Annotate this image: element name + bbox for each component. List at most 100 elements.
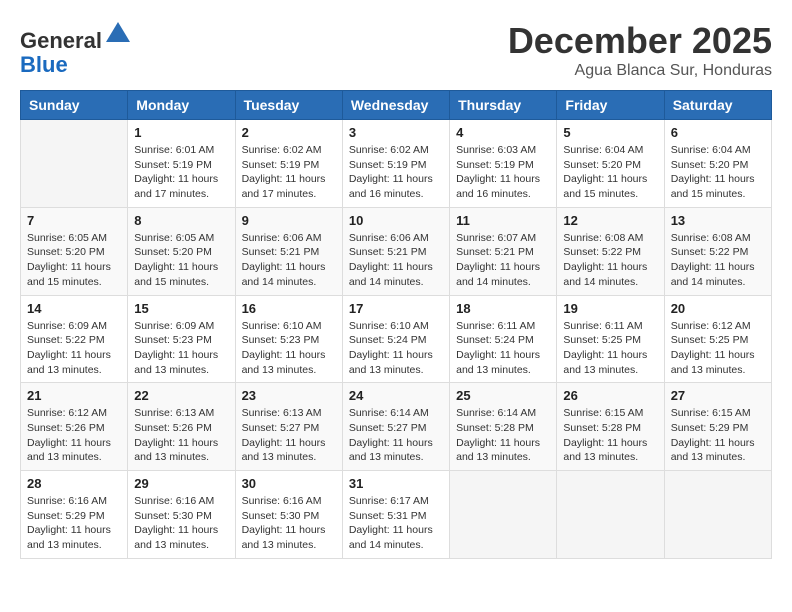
day-info: Sunrise: 6:04 AMSunset: 5:20 PMDaylight:… [671, 143, 765, 202]
day-info: Sunrise: 6:11 AMSunset: 5:24 PMDaylight:… [456, 319, 550, 378]
day-cell: 23 Sunrise: 6:13 AMSunset: 5:27 PMDayligh… [235, 383, 342, 471]
day-info: Sunrise: 6:02 AMSunset: 5:19 PMDaylight:… [349, 143, 443, 202]
day-info: Sunrise: 6:06 AMSunset: 5:21 PMDaylight:… [349, 231, 443, 290]
day-cell: 5 Sunrise: 6:04 AMSunset: 5:20 PMDaylight… [557, 120, 664, 208]
logo: General Blue [20, 20, 132, 77]
day-cell: 16 Sunrise: 6:10 AMSunset: 5:23 PMDayligh… [235, 295, 342, 383]
day-info: Sunrise: 6:01 AMSunset: 5:19 PMDaylight:… [134, 143, 228, 202]
day-number: 23 [242, 388, 336, 403]
week-row-1: 1 Sunrise: 6:01 AMSunset: 5:19 PMDaylight… [21, 120, 772, 208]
col-header-sunday: Sunday [21, 91, 128, 120]
day-info: Sunrise: 6:15 AMSunset: 5:29 PMDaylight:… [671, 406, 765, 465]
day-cell: 24Sunrise: 6:14 AMSunset: 5:27 PMDayligh… [342, 383, 449, 471]
day-cell: 25 Sunrise: 6:14 AMSunset: 5:28 PMDayligh… [450, 383, 557, 471]
col-header-saturday: Saturday [664, 91, 771, 120]
week-row-3: 14 Sunrise: 6:09 AMSunset: 5:22 PMDayligh… [21, 295, 772, 383]
day-number: 28 [27, 476, 121, 491]
page-header: General Blue December 2025 Agua Blanca S… [20, 20, 772, 80]
col-header-wednesday: Wednesday [342, 91, 449, 120]
day-number: 19 [563, 301, 657, 316]
day-number: 16 [242, 301, 336, 316]
day-info: Sunrise: 6:16 AMSunset: 5:30 PMDaylight:… [242, 494, 336, 553]
day-info: Sunrise: 6:14 AMSunset: 5:28 PMDaylight:… [456, 406, 550, 465]
day-cell: 4 Sunrise: 6:03 AMSunset: 5:19 PMDaylight… [450, 120, 557, 208]
day-cell: 27 Sunrise: 6:15 AMSunset: 5:29 PMDayligh… [664, 383, 771, 471]
day-cell: 2 Sunrise: 6:02 AMSunset: 5:19 PMDaylight… [235, 120, 342, 208]
day-number: 4 [456, 125, 550, 140]
day-cell: 20 Sunrise: 6:12 AMSunset: 5:25 PMDayligh… [664, 295, 771, 383]
day-info: Sunrise: 6:03 AMSunset: 5:19 PMDaylight:… [456, 143, 550, 202]
col-header-friday: Friday [557, 91, 664, 120]
day-number: 30 [242, 476, 336, 491]
day-number: 27 [671, 388, 765, 403]
day-cell: 22 Sunrise: 6:13 AMSunset: 5:26 PMDayligh… [128, 383, 235, 471]
day-number: 3 [349, 125, 443, 140]
day-info: Sunrise: 6:14 AMSunset: 5:27 PMDaylight:… [349, 406, 443, 465]
day-info: Sunrise: 6:10 AMSunset: 5:24 PMDaylight:… [349, 319, 443, 378]
day-info: Sunrise: 6:09 AMSunset: 5:23 PMDaylight:… [134, 319, 228, 378]
day-cell [664, 471, 771, 559]
day-number: 12 [563, 213, 657, 228]
day-cell [557, 471, 664, 559]
day-cell: 7 Sunrise: 6:05 AMSunset: 5:20 PMDaylight… [21, 207, 128, 295]
day-cell: 8Sunrise: 6:05 AMSunset: 5:20 PMDaylight… [128, 207, 235, 295]
day-number: 7 [27, 213, 121, 228]
day-info: Sunrise: 6:16 AMSunset: 5:30 PMDaylight:… [134, 494, 228, 553]
day-number: 20 [671, 301, 765, 316]
day-cell: 13Sunrise: 6:08 AMSunset: 5:22 PMDayligh… [664, 207, 771, 295]
day-info: Sunrise: 6:04 AMSunset: 5:20 PMDaylight:… [563, 143, 657, 202]
day-cell: 10 Sunrise: 6:06 AMSunset: 5:21 PMDayligh… [342, 207, 449, 295]
week-row-5: 28 Sunrise: 6:16 AMSunset: 5:29 PMDayligh… [21, 471, 772, 559]
day-info: Sunrise: 6:15 AMSunset: 5:28 PMDaylight:… [563, 406, 657, 465]
day-info: Sunrise: 6:12 AMSunset: 5:25 PMDaylight:… [671, 319, 765, 378]
day-cell: 18 Sunrise: 6:11 AMSunset: 5:24 PMDayligh… [450, 295, 557, 383]
day-number: 25 [456, 388, 550, 403]
day-info: Sunrise: 6:17 AMSunset: 5:31 PMDaylight:… [349, 494, 443, 553]
day-number: 6 [671, 125, 765, 140]
day-info: Sunrise: 6:05 AMSunset: 5:20 PMDaylight:… [27, 231, 121, 290]
day-cell: 31Sunrise: 6:17 AMSunset: 5:31 PMDayligh… [342, 471, 449, 559]
day-cell: 6 Sunrise: 6:04 AMSunset: 5:20 PMDaylight… [664, 120, 771, 208]
day-cell: 14 Sunrise: 6:09 AMSunset: 5:22 PMDayligh… [21, 295, 128, 383]
day-info: Sunrise: 6:13 AMSunset: 5:27 PMDaylight:… [242, 406, 336, 465]
logo-blue-text: Blue [20, 52, 68, 77]
day-info: Sunrise: 6:11 AMSunset: 5:25 PMDaylight:… [563, 319, 657, 378]
col-header-thursday: Thursday [450, 91, 557, 120]
day-number: 5 [563, 125, 657, 140]
day-number: 1 [134, 125, 228, 140]
day-cell [21, 120, 128, 208]
day-cell: 9Sunrise: 6:06 AMSunset: 5:21 PMDaylight… [235, 207, 342, 295]
day-cell: 30 Sunrise: 6:16 AMSunset: 5:30 PMDayligh… [235, 471, 342, 559]
day-number: 15 [134, 301, 228, 316]
day-info: Sunrise: 6:13 AMSunset: 5:26 PMDaylight:… [134, 406, 228, 465]
day-info: Sunrise: 6:16 AMSunset: 5:29 PMDaylight:… [27, 494, 121, 553]
day-number: 18 [456, 301, 550, 316]
day-number: 8 [134, 213, 228, 228]
day-number: 2 [242, 125, 336, 140]
day-number: 10 [349, 213, 443, 228]
week-row-2: 7 Sunrise: 6:05 AMSunset: 5:20 PMDaylight… [21, 207, 772, 295]
day-cell: 19 Sunrise: 6:11 AMSunset: 5:25 PMDayligh… [557, 295, 664, 383]
day-info: Sunrise: 6:02 AMSunset: 5:19 PMDaylight:… [242, 143, 336, 202]
col-header-tuesday: Tuesday [235, 91, 342, 120]
day-cell: 17 Sunrise: 6:10 AMSunset: 5:24 PMDayligh… [342, 295, 449, 383]
location: Agua Blanca Sur, Honduras [508, 62, 772, 80]
day-info: Sunrise: 6:06 AMSunset: 5:21 PMDaylight:… [242, 231, 336, 290]
day-cell [450, 471, 557, 559]
day-cell: 29 Sunrise: 6:16 AMSunset: 5:30 PMDayligh… [128, 471, 235, 559]
day-number: 29 [134, 476, 228, 491]
day-info: Sunrise: 6:08 AMSunset: 5:22 PMDaylight:… [671, 231, 765, 290]
day-info: Sunrise: 6:10 AMSunset: 5:23 PMDaylight:… [242, 319, 336, 378]
day-number: 21 [27, 388, 121, 403]
day-info: Sunrise: 6:09 AMSunset: 5:22 PMDaylight:… [27, 319, 121, 378]
day-number: 14 [27, 301, 121, 316]
day-info: Sunrise: 6:07 AMSunset: 5:21 PMDaylight:… [456, 231, 550, 290]
col-header-monday: Monday [128, 91, 235, 120]
title-block: December 2025 Agua Blanca Sur, Honduras [508, 20, 772, 80]
day-cell: 15 Sunrise: 6:09 AMSunset: 5:23 PMDayligh… [128, 295, 235, 383]
logo-icon [104, 20, 132, 48]
day-number: 17 [349, 301, 443, 316]
day-cell: 11Sunrise: 6:07 AMSunset: 5:21 PMDayligh… [450, 207, 557, 295]
day-number: 22 [134, 388, 228, 403]
day-cell: 26Sunrise: 6:15 AMSunset: 5:28 PMDayligh… [557, 383, 664, 471]
